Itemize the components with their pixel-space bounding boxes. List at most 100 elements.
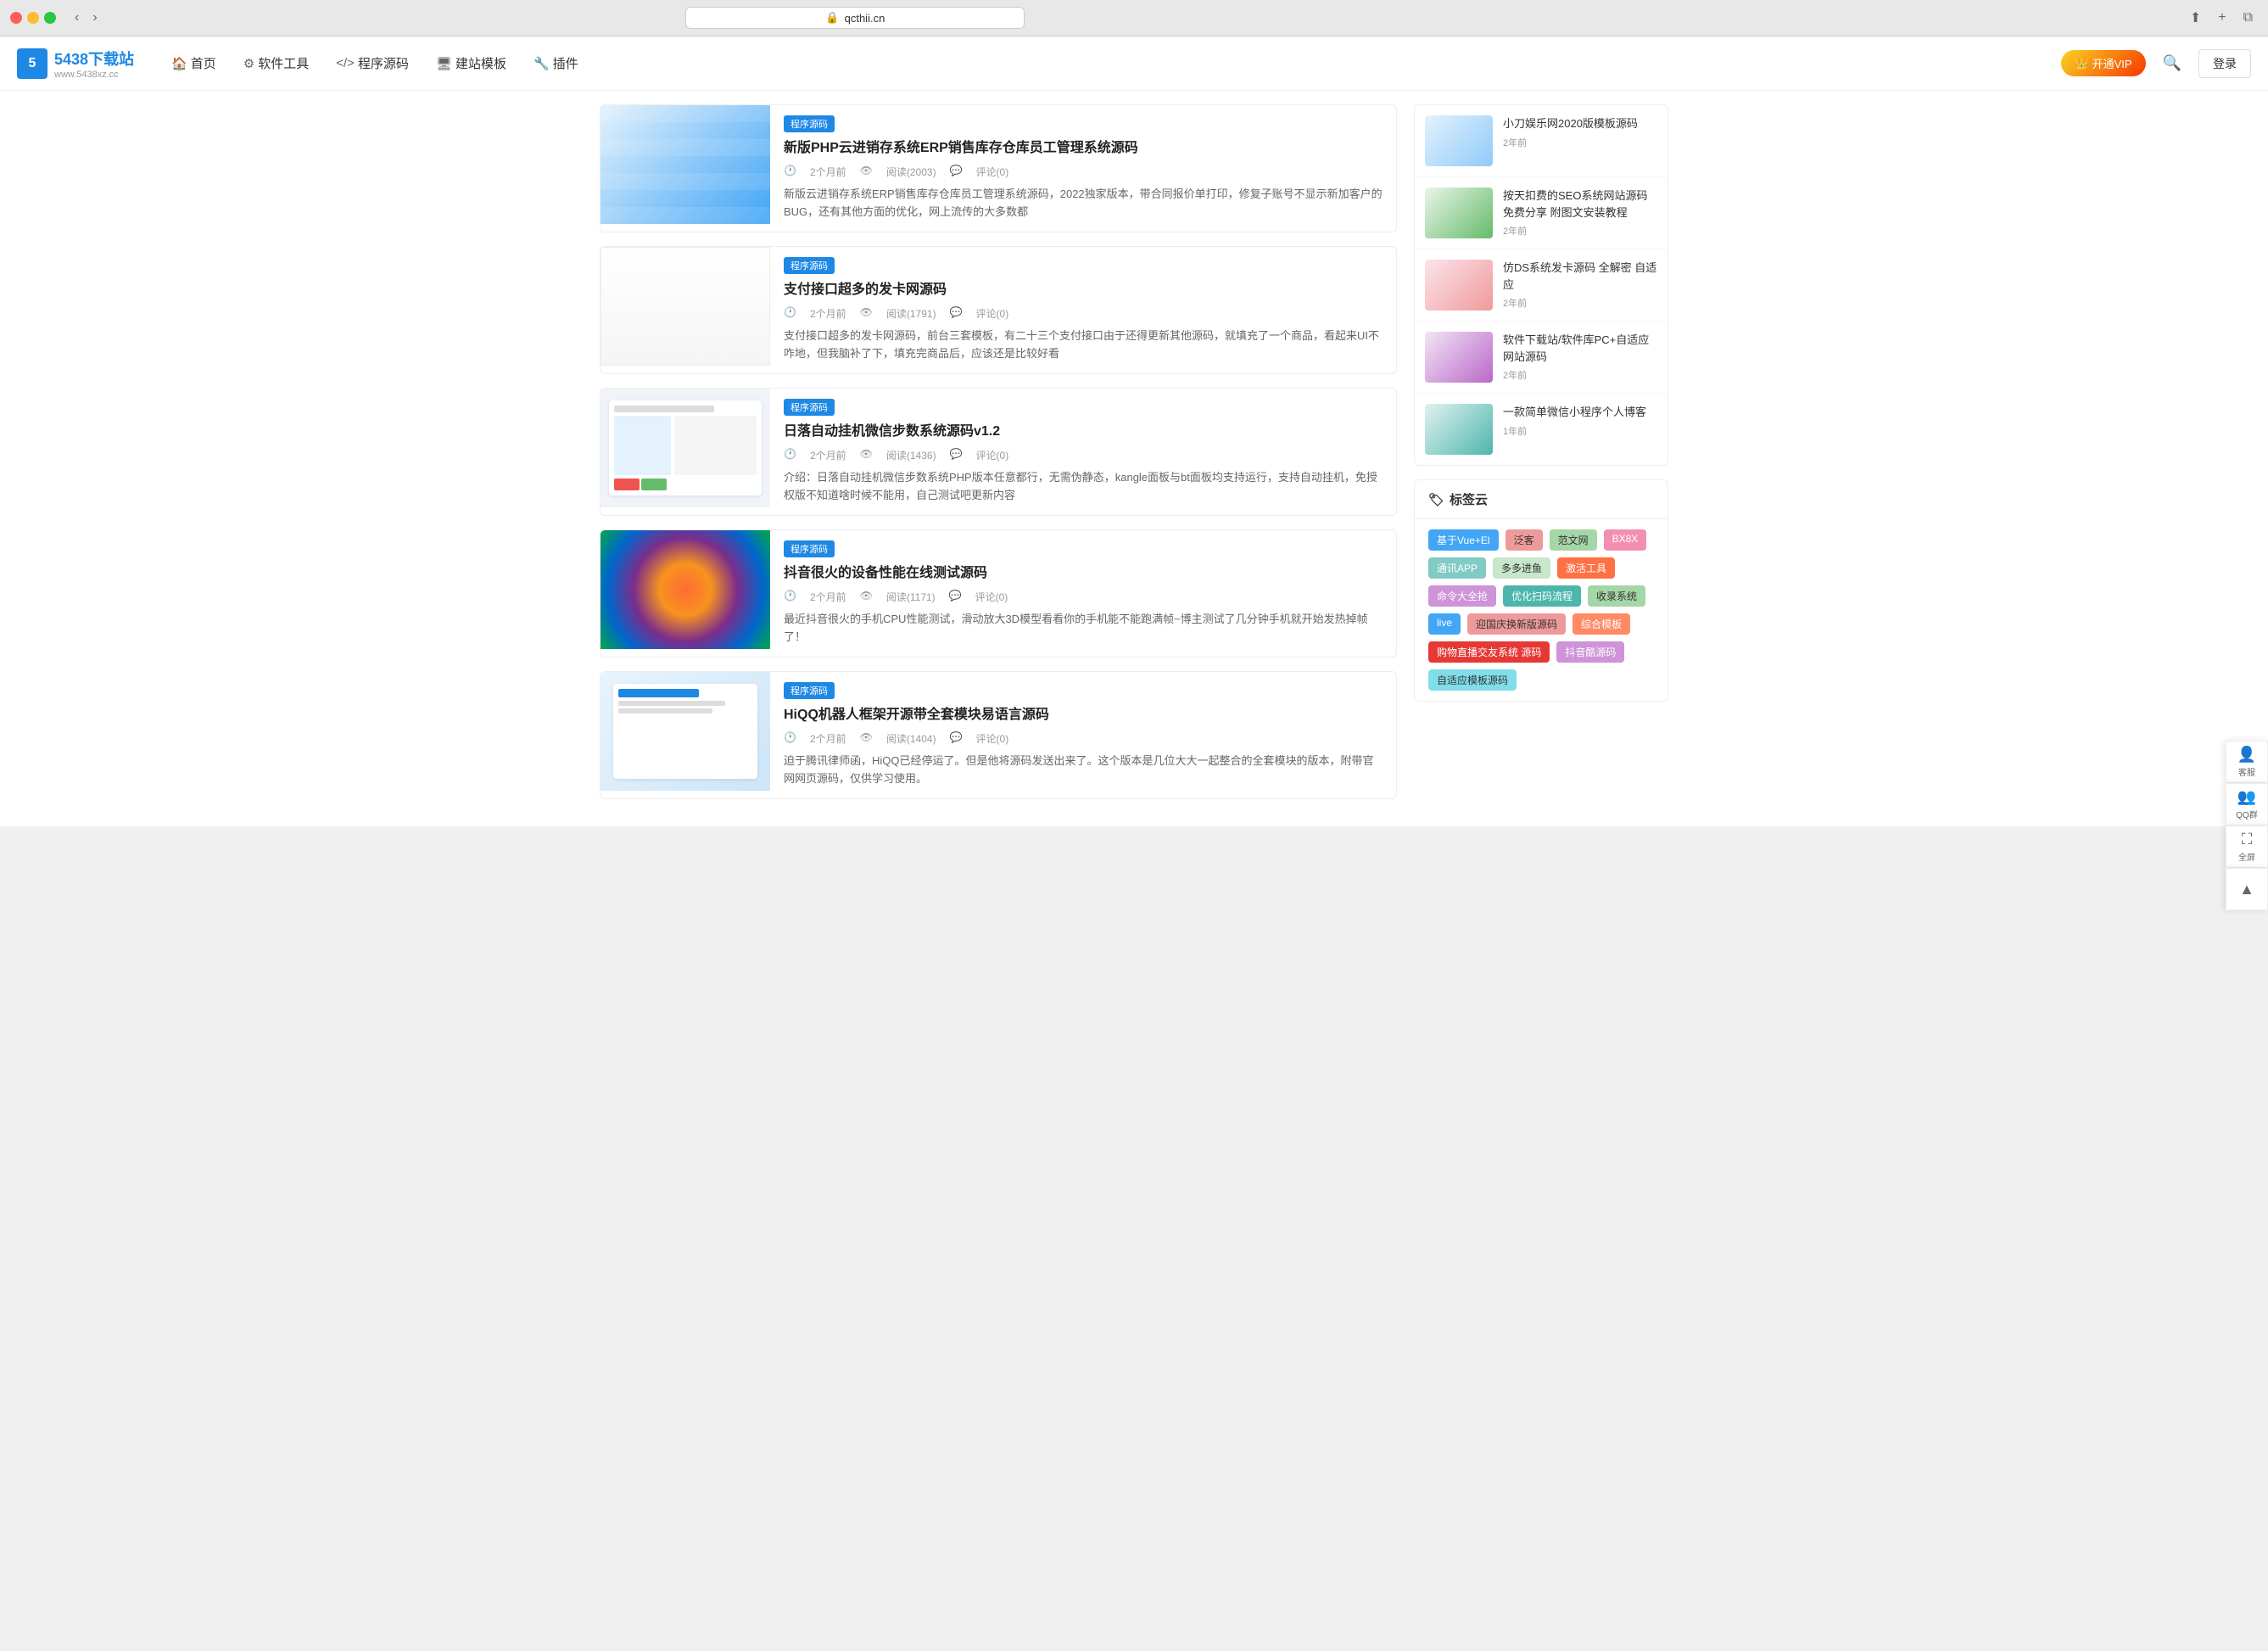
sidebar-item[interactable]: 一款简单微信小程序个人博客 1年前 <box>1415 394 1667 465</box>
article-desc: 迫于腾讯律师函，HiQQ已经停运了。但是他将源码发送出来了。这个版本是几位大大一… <box>784 753 1383 788</box>
tag-item[interactable]: 抖音酷源码 <box>1556 641 1624 663</box>
tag-item[interactable]: 收录系统 <box>1588 585 1645 607</box>
scroll-top-button[interactable]: ▲ <box>2226 868 2268 910</box>
article-title[interactable]: 抖音很火的设备性能在线测试源码 <box>784 564 1383 583</box>
tag-item[interactable]: 购物直播交友系统 源码 <box>1428 641 1550 663</box>
time-icon: 🕐 <box>784 306 796 321</box>
article-meta: 🕐 2个月前 👁 阅读(1791) 💬 评论(0) <box>784 306 1383 321</box>
article-thumbnail <box>601 530 770 649</box>
sidebar-title: 软件下载站/软件库PC+自适应网站源码 <box>1503 332 1657 365</box>
tag-item[interactable]: 迎国庆换新版源码 <box>1467 613 1566 635</box>
sidebar-info: 小刀娱乐网2020版模板源码 2年前 <box>1503 115 1657 166</box>
sidebar-info: 软件下载站/软件库PC+自适应网站源码 2年前 <box>1503 332 1657 383</box>
vip-icon: 👑 <box>2075 57 2088 70</box>
article-title[interactable]: HiQQ机器人框架开源带全套模块易语言源码 <box>784 706 1383 725</box>
share-button[interactable]: ⬆ <box>2185 8 2206 28</box>
tag-item[interactable]: 激活工具 <box>1557 557 1615 579</box>
main-layout: 程序源码 新版PHP云进销存系统ERP销售库存仓库员工管理系统源码 🕐 2个月前… <box>583 91 1685 826</box>
sidebar-info: 仿DS系统发卡源码 全解密 自适应 2年前 <box>1503 260 1657 311</box>
article-tag: 程序源码 <box>784 399 835 416</box>
tag-item[interactable]: 自适应模板源码 <box>1428 669 1517 691</box>
close-button[interactable] <box>10 12 22 24</box>
nav-home[interactable]: 🏠 首页 <box>159 48 228 79</box>
nav-plugin[interactable]: 🔧 插件 <box>522 48 590 79</box>
tag-item[interactable]: 泛客 <box>1505 529 1543 551</box>
sidebar-title: 小刀娱乐网2020版模板源码 <box>1503 115 1657 132</box>
sidebar-time: 2年前 <box>1503 224 1657 238</box>
article-thumbnail <box>601 247 770 366</box>
search-button[interactable]: 🔍 <box>2156 51 2188 76</box>
maximize-button[interactable] <box>44 12 56 24</box>
add-tab-button[interactable]: + <box>2213 8 2231 28</box>
nav-plugin-label: 插件 <box>553 54 578 72</box>
article-thumbnail <box>601 389 770 507</box>
article-tag: 程序源码 <box>784 115 835 132</box>
qq-icon: 👥 <box>2237 788 2256 806</box>
forward-button[interactable]: › <box>87 8 102 27</box>
article-desc: 最近抖音很火的手机CPU性能测试，滑动放大3D模型看看你的手机能不能跑满帧~博主… <box>784 611 1383 646</box>
nav-home-label: 首页 <box>191 54 216 72</box>
article-card: 程序源码 抖音很火的设备性能在线测试源码 🕐 2个月前 👁 阅读(1171) 💬… <box>600 529 1397 658</box>
login-button[interactable]: 登录 <box>2198 49 2251 78</box>
article-info: 程序源码 日落自动挂机微信步数系统源码v1.2 🕐 2个月前 👁 阅读(1436… <box>770 389 1396 515</box>
logo-icon: 5 <box>17 48 47 79</box>
comment-icon: 💬 <box>950 448 963 462</box>
tag-icon: 🏷 <box>1428 492 1444 507</box>
article-meta: 🕐 2个月前 👁 阅读(1436) 💬 评论(0) <box>784 448 1383 462</box>
nav-source-label: 程序源码 <box>358 54 409 72</box>
site-header: 5 5438下载站 www.5438xz.cc 🏠 首页 ⚙ 软件工具 </> … <box>0 36 2268 91</box>
article-title[interactable]: 日落自动挂机微信步数系统源码v1.2 <box>784 423 1383 441</box>
qq-group-button[interactable]: 👥 QQ群 <box>2226 783 2268 826</box>
article-tag: 程序源码 <box>784 540 835 557</box>
tag-item[interactable]: live <box>1428 613 1461 635</box>
article-thumbnail <box>601 672 770 791</box>
tag-item[interactable]: 命令大全抢 <box>1428 585 1496 607</box>
read-icon: 👁 <box>860 731 873 746</box>
tag-item[interactable]: BX8X <box>1604 529 1647 551</box>
sidebar-thumb <box>1425 260 1493 311</box>
vip-button[interactable]: 👑 开通VIP <box>2061 50 2145 76</box>
main-nav: 🏠 首页 ⚙ 软件工具 </> 程序源码 🖥 建站模板 🔧 插件 <box>159 48 2061 79</box>
sidebar-item[interactable]: 按天扣费的SEO系统网站源码 免费分享 附图文安装教程 2年前 <box>1415 177 1667 249</box>
sidebar-thumb <box>1425 404 1493 455</box>
tag-cloud-content: 基于Vue+El 泛客 范文网 BX8X 通讯APP 多多进鱼 激活工具 命令大… <box>1415 519 1667 701</box>
tag-item[interactable]: 通讯APP <box>1428 557 1486 579</box>
nav-software-label: 软件工具 <box>258 54 309 72</box>
nav-software[interactable]: ⚙ 软件工具 <box>232 48 321 79</box>
tag-item[interactable]: 范文网 <box>1550 529 1597 551</box>
tag-item[interactable]: 综合模板 <box>1573 613 1630 635</box>
address-bar[interactable]: 🔒 qcthii.cn <box>685 7 1025 29</box>
tag-item[interactable]: 基于Vue+El <box>1428 529 1499 551</box>
nav-template-label: 建站模板 <box>455 54 506 72</box>
article-tag: 程序源码 <box>784 257 835 274</box>
tag-cloud-title: 标签云 <box>1450 490 1488 508</box>
logo-short: 5 <box>29 56 36 71</box>
read-icon: 👁 <box>860 590 873 604</box>
sidebar-item[interactable]: 小刀娱乐网2020版模板源码 2年前 <box>1415 105 1667 177</box>
sidebar-item[interactable]: 软件下载站/软件库PC+自适应网站源码 2年前 <box>1415 322 1667 394</box>
article-title[interactable]: 支付接口超多的发卡网源码 <box>784 281 1383 299</box>
customer-service-button[interactable]: 👤 客服 <box>2226 741 2268 783</box>
tag-item[interactable]: 多多进鱼 <box>1493 557 1550 579</box>
gear-icon: ⚙ <box>243 56 254 71</box>
sidebar-item[interactable]: 仿DS系统发卡源码 全解密 自适应 2年前 <box>1415 249 1667 322</box>
logo-area: 5 5438下载站 www.5438xz.cc <box>17 48 134 80</box>
vip-label: 开通VIP <box>2092 55 2132 71</box>
time-icon: 🕐 <box>784 448 796 462</box>
article-desc: 新版云进销存系统ERP销售库存仓库员工管理系统源码，2022独家版本，带合同报价… <box>784 186 1383 221</box>
read-icon: 👁 <box>860 306 873 321</box>
minimize-button[interactable] <box>27 12 39 24</box>
tag-cloud-header: 🏷 标签云 <box>1415 480 1667 519</box>
nav-source[interactable]: </> 程序源码 <box>324 48 421 79</box>
sidebar-time: 1年前 <box>1503 424 1657 438</box>
back-button[interactable]: ‹ <box>70 8 84 27</box>
article-card: 程序源码 日落自动挂机微信步数系统源码v1.2 🕐 2个月前 👁 阅读(1436… <box>600 388 1397 516</box>
window-button[interactable]: ⧉ <box>2238 8 2258 28</box>
site-wrapper: 5 5438下载站 www.5438xz.cc 🏠 首页 ⚙ 软件工具 </> … <box>0 36 2268 826</box>
tag-item[interactable]: 优化扫码流程 <box>1503 585 1581 607</box>
article-title[interactable]: 新版PHP云进销存系统ERP销售库存仓库员工管理系统源码 <box>784 139 1383 158</box>
article-info: 程序源码 HiQQ机器人框架开源带全套模块易语言源码 🕐 2个月前 👁 阅读(1… <box>770 672 1396 798</box>
fullscreen-button[interactable]: ⛶ 全屏 <box>2226 826 2268 868</box>
nav-template[interactable]: 🖥 建站模板 <box>424 48 518 79</box>
article-desc: 介绍：日落自动挂机微信步数系统PHP版本任意都行，无需伪静态，kangle面板与… <box>784 469 1383 505</box>
